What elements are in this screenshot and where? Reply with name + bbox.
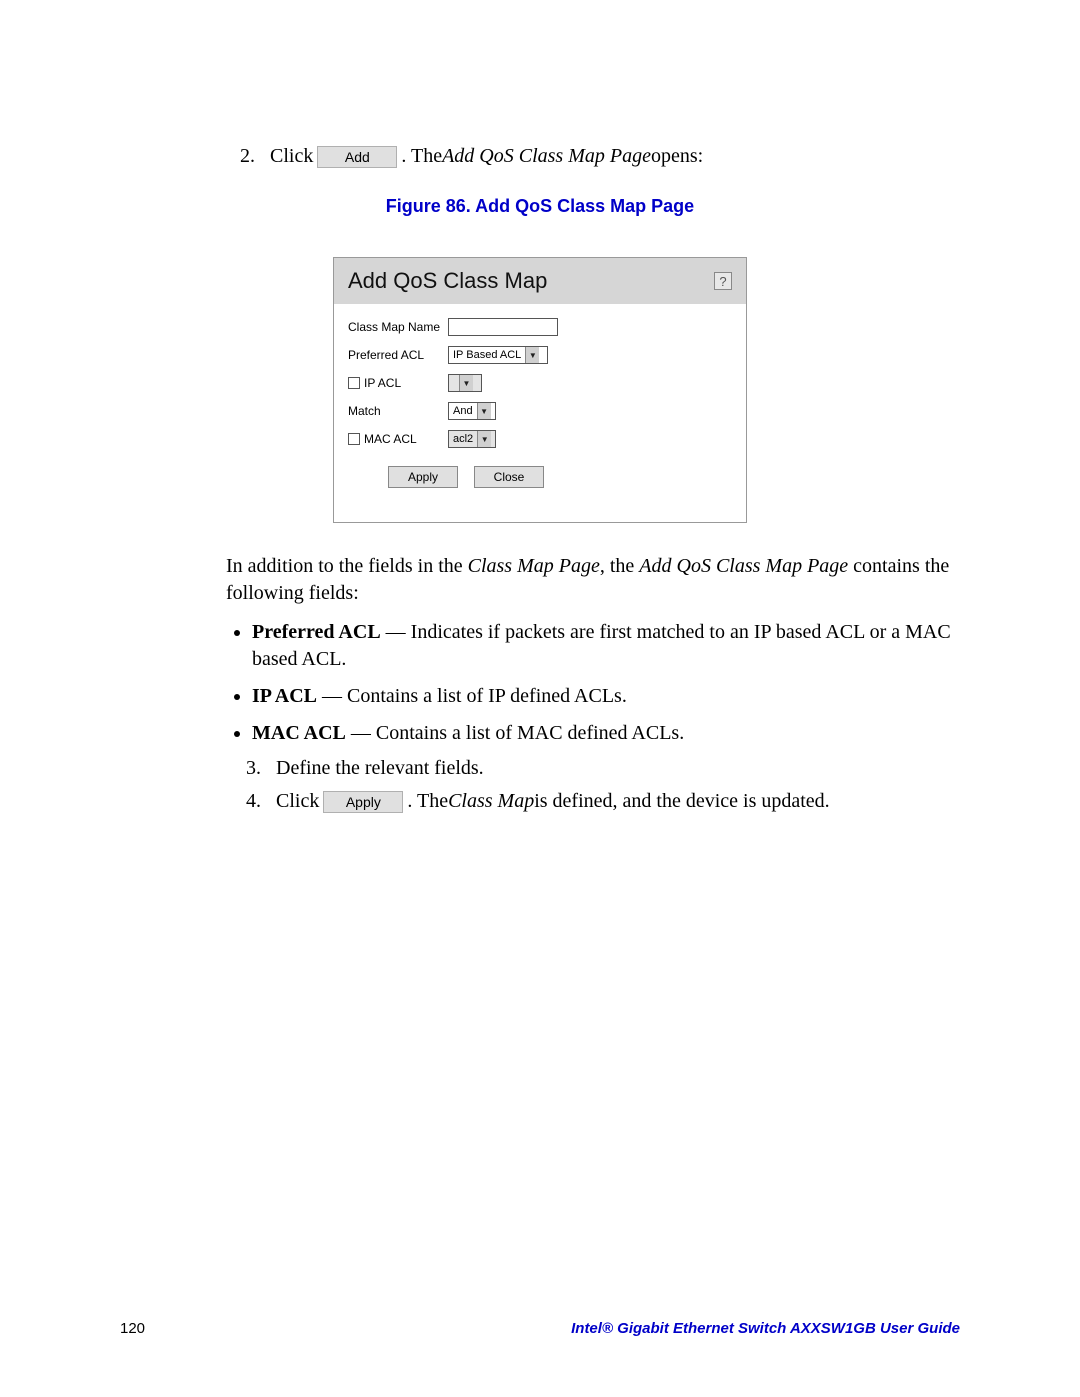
step-4-click: Click [276, 790, 319, 813]
ipacl-select[interactable]: ▼ [448, 374, 482, 392]
step-4-italic: Class Map [448, 790, 534, 813]
macacl-select[interactable]: acl2 ▼ [448, 430, 496, 448]
step-number: 4. [246, 790, 276, 813]
step-number: 2. [240, 145, 270, 168]
guide-title: Intel® Gigabit Ethernet Switch AXXSW1GB … [571, 1320, 960, 1337]
macacl-value: acl2 [449, 433, 477, 445]
intro-p1: In addition to the fields in the [226, 555, 468, 577]
row-ipacl: IP ACL ▼ [348, 374, 732, 392]
step-number: 3. [246, 757, 276, 780]
label-macacl: MAC ACL [348, 432, 448, 446]
step-3-text: Define the relevant fields. [276, 757, 484, 780]
step-text-after2: opens: [651, 145, 703, 168]
intro-p2: , the [600, 555, 639, 577]
dialog-titlebar: Add QoS Class Map ? [334, 258, 746, 304]
close-button[interactable]: Close [474, 466, 544, 488]
bullet-macacl: MAC ACL — Contains a list of MAC defined… [252, 720, 960, 747]
step-text-click: Click [270, 145, 313, 168]
step-2: 2. Click Add . The Add QoS Class Map Pag… [240, 145, 960, 168]
step-4: 4. Click Apply . The Class Map is define… [246, 790, 960, 813]
apply-button-inline[interactable]: Apply [323, 791, 403, 813]
row-classmap: Class Map Name [348, 318, 732, 336]
label-classmap: Class Map Name [348, 320, 448, 334]
bullet-preferred: Preferred ACL — Indicates if packets are… [252, 619, 960, 673]
chevron-down-icon: ▼ [477, 431, 491, 447]
preferred-acl-select[interactable]: IP Based ACL ▼ [448, 346, 548, 364]
step-text-italic: Add QoS Class Map Page [442, 145, 651, 168]
row-preferred: Preferred ACL IP Based ACL ▼ [348, 346, 732, 364]
step-3: 3. Define the relevant fields. [246, 757, 960, 780]
bullet-1-b: IP ACL [252, 685, 317, 707]
label-macacl-text: MAC ACL [364, 432, 417, 446]
classmap-name-input[interactable] [448, 318, 558, 336]
dialog-screenshot: Add QoS Class Map ? Class Map Name Prefe… [120, 257, 960, 523]
step-text-after1: . The [401, 145, 442, 168]
chevron-down-icon: ▼ [525, 347, 539, 363]
add-qos-dialog: Add QoS Class Map ? Class Map Name Prefe… [333, 257, 747, 523]
intro-i1: Class Map Page [468, 555, 600, 577]
label-preferred: Preferred ACL [348, 348, 448, 362]
page-footer: 120 Intel® Gigabit Ethernet Switch AXXSW… [120, 1320, 960, 1337]
intro-paragraph: In addition to the fields in the Class M… [226, 553, 960, 607]
match-value: And [449, 405, 477, 417]
match-select[interactable]: And ▼ [448, 402, 496, 420]
row-match: Match And ▼ [348, 402, 732, 420]
dialog-title: Add QoS Class Map [348, 268, 547, 294]
page-number: 120 [120, 1320, 145, 1337]
dialog-buttons: Apply Close [388, 466, 732, 488]
field-bullets: Preferred ACL — Indicates if packets are… [252, 619, 960, 747]
bullet-2-b: MAC ACL [252, 722, 346, 744]
row-macacl: MAC ACL acl2 ▼ [348, 430, 732, 448]
bullet-0-b: Preferred ACL [252, 621, 381, 643]
help-icon[interactable]: ? [714, 272, 732, 290]
step-4-after1: . The [407, 790, 448, 813]
label-ipacl: IP ACL [348, 376, 448, 390]
bullet-1-t: — Contains a list of IP defined ACLs. [317, 685, 627, 707]
intro-i2: Add QoS Class Map Page [639, 555, 848, 577]
chevron-down-icon: ▼ [459, 375, 473, 391]
macacl-checkbox[interactable] [348, 433, 360, 445]
add-button-inline[interactable]: Add [317, 146, 397, 168]
apply-button[interactable]: Apply [388, 466, 458, 488]
step-4-after2: is defined, and the device is updated. [534, 790, 829, 813]
dialog-body: Class Map Name Preferred ACL IP Based AC… [334, 304, 746, 522]
figure-caption: Figure 86. Add QoS Class Map Page [120, 196, 960, 217]
preferred-acl-value: IP Based ACL [449, 349, 525, 361]
chevron-down-icon: ▼ [477, 403, 491, 419]
ipacl-checkbox[interactable] [348, 377, 360, 389]
label-match: Match [348, 404, 448, 418]
bullet-ipacl: IP ACL — Contains a list of IP defined A… [252, 683, 960, 710]
bullet-2-t: — Contains a list of MAC defined ACLs. [346, 722, 684, 744]
label-ipacl-text: IP ACL [364, 376, 401, 390]
numbered-steps: 3. Define the relevant fields. 4. Click … [246, 757, 960, 813]
